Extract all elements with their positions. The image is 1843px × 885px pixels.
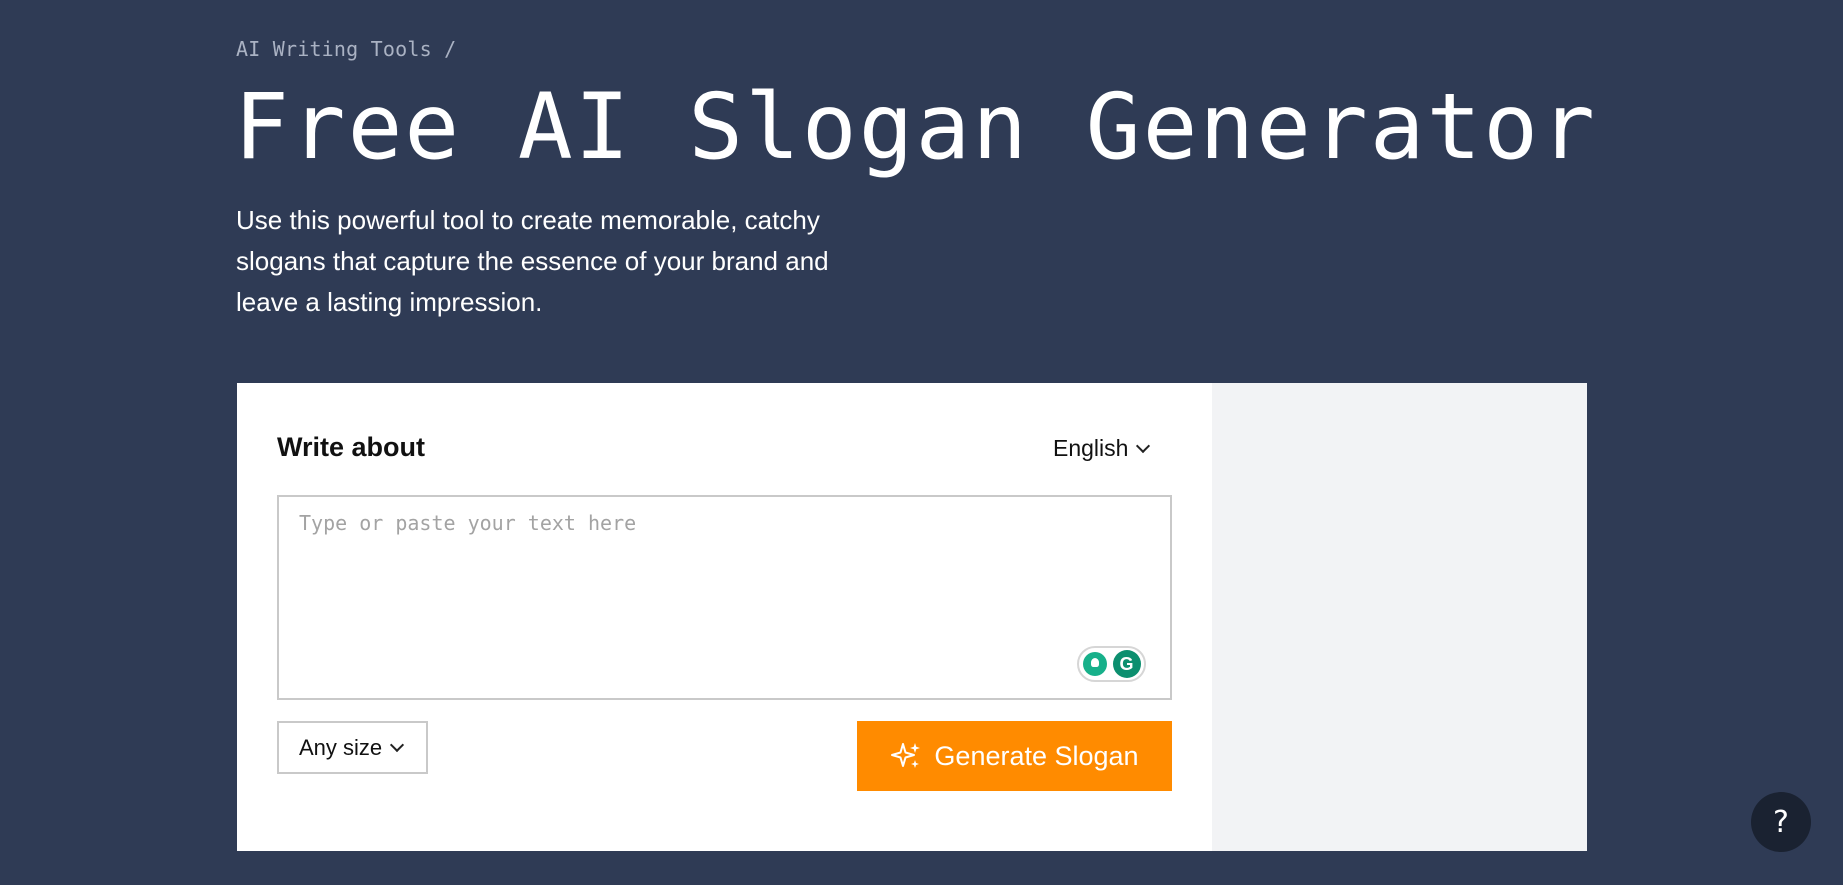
size-select[interactable]: Any size	[277, 721, 428, 774]
write-about-label: Write about	[277, 432, 425, 462]
tool-card: Write about English G Any size Generate …	[237, 383, 1587, 851]
page-description: Use this powerful tool to create memorab…	[236, 205, 829, 317]
text-input-container: G	[277, 495, 1172, 700]
sparkle-icon	[891, 743, 921, 768]
language-select[interactable]: English	[1053, 435, 1151, 462]
generate-slogan-label: Generate Slogan	[934, 740, 1139, 771]
help-button[interactable]: ?	[1751, 792, 1811, 852]
tool-input-panel: Write about English G Any size Generate …	[237, 383, 1212, 851]
grammarly-widget[interactable]: G	[1077, 646, 1146, 682]
chevron-down-icon	[1136, 438, 1151, 453]
page-title: Free AI Slogan Generator	[234, 75, 1597, 180]
breadcrumb[interactable]: AI Writing Tools /	[236, 37, 456, 61]
lightbulb-icon[interactable]	[1082, 652, 1107, 676]
topic-text-input[interactable]	[279, 497, 1170, 698]
language-select-value: English	[1053, 435, 1129, 461]
output-panel	[1212, 383, 1587, 851]
generate-slogan-button[interactable]: Generate Slogan	[857, 721, 1172, 791]
size-select-value: Any size	[299, 734, 383, 760]
grammarly-icon[interactable]: G	[1112, 650, 1141, 678]
chevron-down-icon	[390, 737, 405, 752]
